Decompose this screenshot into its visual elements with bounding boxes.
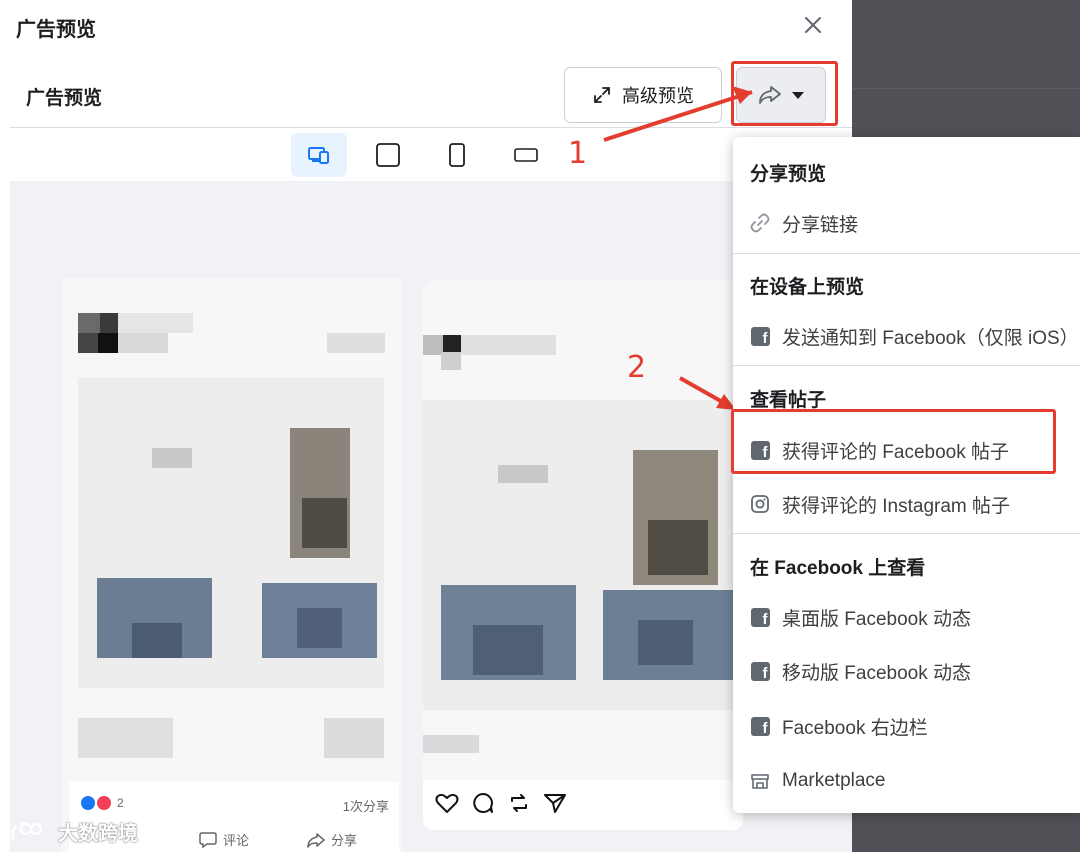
annotation-number-2: 2 — [627, 350, 647, 385]
share-dropdown-menu: 分享预览 分享链接 在设备上预览 f 发送通知到 Facebook（仅限 iOS… — [733, 137, 1080, 813]
facebook-icon: f — [750, 661, 770, 681]
menu-separator — [733, 365, 1080, 366]
menu-separator — [733, 253, 1080, 254]
menu-item-send-notification[interactable]: f 发送通知到 Facebook（仅限 iOS） — [733, 313, 1080, 359]
instagram-icon — [750, 494, 770, 514]
menu-item-fb-post-comments[interactable]: f 获得评论的 Facebook 帖子 — [733, 427, 1080, 473]
menu-item-mobile-feed[interactable]: f 移动版 Facebook 动态 — [733, 648, 1080, 694]
marketplace-icon — [750, 771, 770, 791]
watermark-logo-icon — [11, 821, 43, 840]
menu-header-device-preview: 在设备上预览 — [750, 277, 865, 298]
facebook-icon: f — [750, 716, 770, 736]
annotation-arrow-2 — [679, 376, 736, 410]
ad-preview-dialog: 广告预览 广告预览 高级预览 2 1次分享 评论 分享 1 2 — [0, 0, 852, 852]
facebook-icon: f — [750, 440, 770, 460]
menu-header-view-post: 查看帖子 — [750, 390, 827, 411]
menu-item-right-column[interactable]: f Facebook 右边栏 — [733, 703, 1080, 749]
menu-item-share-link[interactable]: 分享链接 — [733, 200, 1080, 246]
link-icon — [750, 213, 770, 233]
menu-item-desktop-feed[interactable]: f 桌面版 Facebook 动态 — [733, 594, 1080, 640]
menu-item-ig-post-comments[interactable]: 获得评论的 Instagram 帖子 — [733, 481, 1080, 527]
menu-header-share-preview: 分享预览 — [750, 164, 827, 185]
menu-separator — [733, 533, 1080, 534]
facebook-icon: f — [750, 326, 770, 346]
menu-header-view-on-facebook: 在 Facebook 上查看 — [750, 558, 926, 579]
watermark: 大数跨境 — [10, 817, 138, 846]
menu-item-marketplace[interactable]: Marketplace — [733, 758, 1080, 804]
facebook-icon: f — [750, 607, 770, 627]
